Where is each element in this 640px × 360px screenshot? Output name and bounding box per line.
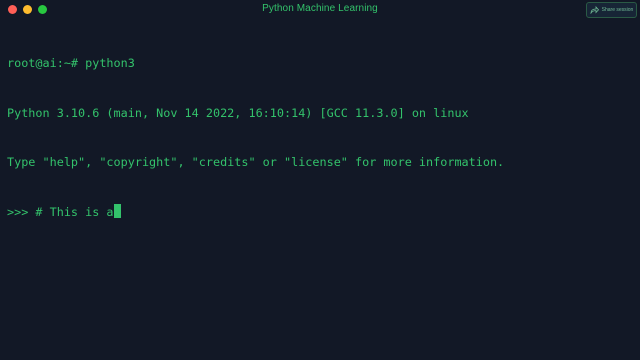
terminal-output[interactable]: root@ai:~# python3 Python 3.10.6 (main, … <box>7 22 504 253</box>
current-input: >>> # This is a <box>7 204 114 219</box>
title-bar: Python Machine Learning Share session <box>0 0 640 20</box>
share-session-label: Share session <box>601 7 634 13</box>
terminal-line: root@ai:~# python3 <box>7 56 135 70</box>
prompt-line[interactable]: >>> # This is a <box>7 203 504 221</box>
terminal-line: Python 3.10.6 (main, Nov 14 2022, 16:10:… <box>7 105 469 120</box>
terminal-window: Python Machine Learning Share session ro… <box>0 0 640 360</box>
share-arrow-icon <box>590 6 599 14</box>
window-title: Python Machine Learning <box>262 3 378 14</box>
text-cursor <box>113 203 121 218</box>
terminal-line: Type "help", "copyright", "credits" or "… <box>7 155 505 169</box>
share-session-button[interactable]: Share session <box>586 2 637 18</box>
